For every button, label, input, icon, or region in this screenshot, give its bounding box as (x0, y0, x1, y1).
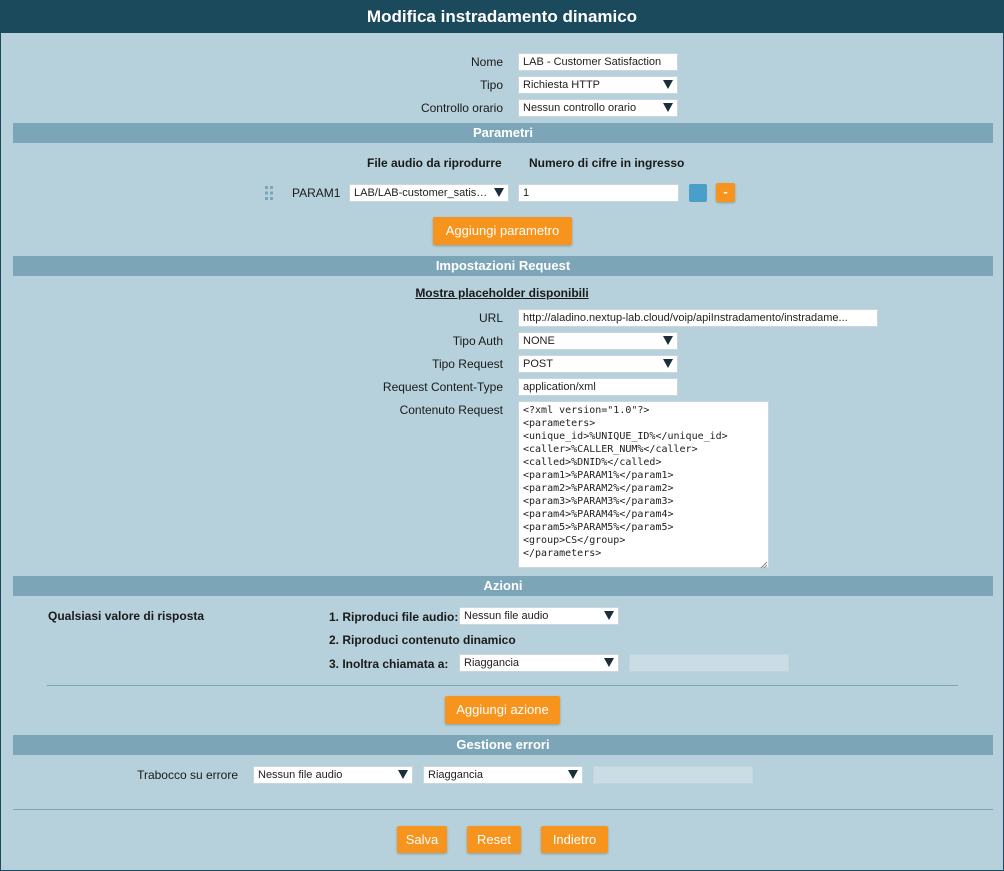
content-type-label: Request Content-Type (382, 380, 503, 394)
divider (47, 685, 958, 686)
url-label: URL (478, 311, 503, 325)
chevron-down-icon (494, 188, 504, 197)
step1-label: 1. Riproduci file audio: (329, 610, 459, 624)
dialog-window: Modifica instradamento dinamico Nome LAB… (0, 0, 1004, 871)
show-placeholders-link[interactable]: Mostra placeholder disponibili (1, 286, 1003, 300)
param-file-value: LAB/LAB-customer_satisfaction (354, 187, 509, 199)
section-parametri: Parametri (13, 123, 993, 143)
tipo-request-value: POST (523, 358, 553, 370)
col-header-numero-cifre: Numero di cifre in ingresso (529, 156, 685, 170)
step3-forward-value: Riaggancia (464, 657, 520, 669)
controllo-orario-value: Nessun controllo orario (523, 102, 637, 114)
response-value-label: Qualsiasi valore di risposta (48, 609, 205, 623)
save-button[interactable]: Salva (397, 826, 447, 853)
remove-param-button[interactable]: - (716, 183, 735, 202)
tipo-label: Tipo (480, 78, 503, 92)
param-name: PARAM1 (292, 186, 341, 200)
contenuto-request-textarea[interactable]: <?xml version="1.0"?> <parameters> <uniq… (518, 401, 769, 568)
resize-handle-icon[interactable] (759, 558, 768, 569)
chevron-down-icon (663, 336, 673, 345)
controllo-orario-select[interactable]: Nessun controllo orario (518, 99, 678, 117)
step1-audio-select[interactable]: Nessun file audio (459, 607, 619, 625)
param-file-select[interactable]: LAB/LAB-customer_satisfaction (349, 184, 509, 202)
dialog-title: Modifica instradamento dinamico (1, 1, 1003, 33)
show-placeholders-link-text: Mostra placeholder disponibili (415, 286, 589, 300)
step2-label: 2. Riproduci contenuto dinamico (329, 633, 516, 647)
content-type-input[interactable]: application/xml (518, 378, 678, 396)
back-button[interactable]: Indietro (541, 826, 608, 853)
contenuto-request-label: Contenuto Request (399, 403, 503, 417)
tipo-auth-value: NONE (523, 335, 555, 347)
tipo-select-value: Richiesta HTTP (523, 79, 601, 91)
step1-audio-value: Nessun file audio (464, 610, 549, 622)
chevron-down-icon (568, 770, 578, 779)
reset-button[interactable]: Reset (467, 826, 521, 853)
nome-label: Nome (470, 55, 503, 69)
param-digits-input[interactable]: 1 (518, 184, 679, 202)
url-input[interactable]: http://aladino.nextup-lab.cloud/voip/api… (518, 309, 878, 327)
controllo-orario-label: Controllo orario (420, 101, 503, 115)
error-target-field (593, 766, 753, 784)
tipo-auth-label: Tipo Auth (452, 334, 503, 348)
section-azioni: Azioni (13, 576, 993, 596)
error-audio-select[interactable]: Nessun file audio (253, 766, 413, 784)
tipo-request-select[interactable]: POST (518, 355, 678, 373)
chevron-down-icon (663, 359, 673, 368)
add-parameter-button[interactable]: Aggiungi parametro (433, 217, 572, 245)
drag-handle-icon[interactable] (263, 185, 275, 201)
param-edit-button[interactable] (689, 184, 707, 202)
chevron-down-icon (398, 770, 408, 779)
chevron-down-icon (663, 80, 673, 89)
chevron-down-icon (604, 611, 614, 620)
error-action-select[interactable]: Riaggancia (423, 766, 583, 784)
col-header-file-audio: File audio da riprodurre (367, 156, 502, 170)
step3-label: 3. Inoltra chiamata a: (329, 657, 449, 671)
tipo-auth-select[interactable]: NONE (518, 332, 678, 350)
chevron-down-icon (663, 103, 673, 112)
step3-forward-select[interactable]: Riaggancia (459, 654, 619, 672)
chevron-down-icon (604, 658, 614, 667)
step3-target-field (629, 654, 789, 672)
tipo-request-label: Tipo Request (432, 357, 503, 371)
section-impostazioni-request: Impostazioni Request (13, 256, 993, 276)
divider (13, 809, 993, 810)
overflow-error-label: Trabocco su errore (137, 768, 238, 782)
section-gestione-errori: Gestione errori (13, 735, 993, 755)
add-action-button[interactable]: Aggiungi azione (445, 696, 560, 724)
error-action-value: Riaggancia (428, 769, 484, 781)
nome-input[interactable]: LAB - Customer Satisfaction (518, 53, 678, 71)
tipo-select[interactable]: Richiesta HTTP (518, 76, 678, 94)
error-audio-value: Nessun file audio (258, 769, 343, 781)
